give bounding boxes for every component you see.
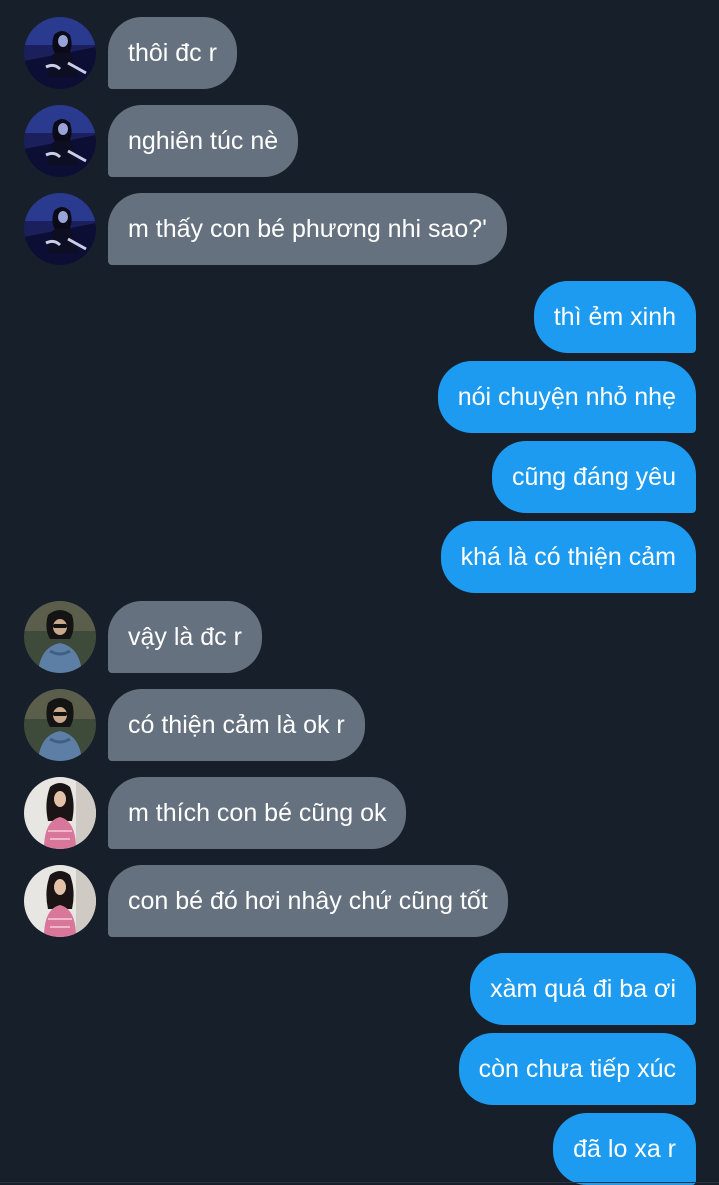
incoming-message[interactable]: m thích con bé cũng ok bbox=[108, 777, 407, 849]
avatar[interactable] bbox=[24, 777, 96, 849]
avatar[interactable] bbox=[24, 601, 96, 673]
incoming-message[interactable]: m thấy con bé phương nhi sao?' bbox=[108, 193, 507, 265]
avatar[interactable] bbox=[24, 105, 96, 177]
profile-photo-icon bbox=[24, 17, 96, 89]
profile-photo-icon bbox=[24, 865, 96, 937]
outgoing-message[interactable]: còn chưa tiếp xúc bbox=[458, 1033, 696, 1105]
divider bbox=[0, 1182, 719, 1183]
incoming-message[interactable]: vậy là đc r bbox=[108, 601, 262, 673]
incoming-message[interactable]: thôi đc r bbox=[108, 17, 237, 89]
avatar[interactable] bbox=[24, 865, 96, 937]
profile-photo-icon bbox=[24, 193, 96, 265]
outgoing-message[interactable]: thì ẻm xinh bbox=[533, 281, 696, 353]
avatar[interactable] bbox=[24, 17, 96, 89]
profile-photo-icon bbox=[24, 689, 96, 761]
outgoing-message[interactable]: đã lo xa r bbox=[553, 1113, 696, 1185]
profile-photo-icon bbox=[24, 601, 96, 673]
profile-photo-icon bbox=[24, 777, 96, 849]
incoming-message[interactable]: nghiên túc nè bbox=[108, 105, 299, 177]
incoming-message[interactable]: có thiện cảm là ok r bbox=[108, 689, 365, 761]
avatar[interactable] bbox=[24, 689, 96, 761]
outgoing-message[interactable]: cũng đáng yêu bbox=[491, 441, 696, 513]
chat-thread: thôi đc r nghiên túc nè m thấy con bé ph… bbox=[0, 0, 719, 1185]
outgoing-message[interactable]: xàm quá đi ba ơi bbox=[470, 953, 696, 1025]
outgoing-message[interactable]: nói chuyện nhỏ nhẹ bbox=[437, 361, 696, 433]
avatar[interactable] bbox=[24, 193, 96, 265]
incoming-message[interactable]: con bé đó hơi nhây chứ cũng tốt bbox=[108, 865, 508, 937]
profile-photo-icon bbox=[24, 105, 96, 177]
outgoing-message[interactable]: khá là có thiện cảm bbox=[440, 521, 696, 593]
